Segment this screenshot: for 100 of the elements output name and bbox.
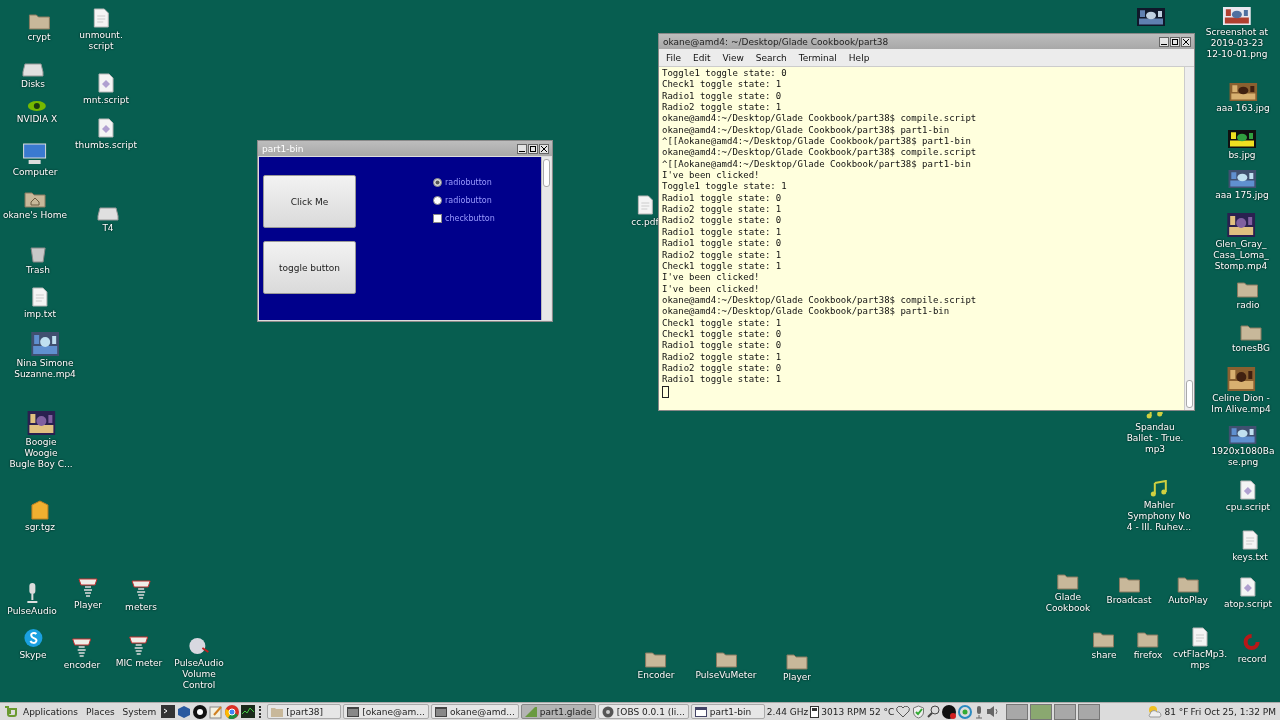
volume-icon[interactable] (986, 705, 1001, 718)
scrollbar[interactable] (541, 157, 551, 320)
system-monitor-icon[interactable] (241, 705, 256, 718)
menu-item[interactable]: Search (755, 52, 787, 63)
script-file-icon[interactable] (1240, 480, 1256, 500)
drive-icon[interactable] (22, 63, 44, 77)
workspace-switcher[interactable] (1006, 703, 1029, 720)
icon-label: keys.txt (1232, 552, 1268, 563)
icon-label: T4 (102, 223, 114, 234)
scrollbar[interactable] (1184, 67, 1194, 410)
close-icon (541, 145, 547, 152)
folder-icon[interactable] (1177, 575, 1199, 593)
text-cursor (662, 385, 669, 398)
taskbar-button[interactable]: part1.glade (520, 704, 596, 719)
file-icon[interactable] (637, 195, 653, 215)
minimize-button[interactable] (517, 143, 527, 154)
terminal-line: Radio2 toggle state: 1 (662, 102, 783, 114)
folder-icon[interactable] (715, 650, 737, 668)
lamp-icon[interactable] (77, 578, 99, 598)
close-button[interactable] (1181, 36, 1191, 47)
window-title: part1-bin (262, 143, 304, 154)
file-icon[interactable] (1192, 627, 1208, 647)
lamp-icon[interactable] (128, 636, 150, 656)
folder-icon[interactable] (1237, 280, 1259, 298)
icon-label: MIC meter (115, 658, 163, 669)
sensor-icon[interactable] (810, 705, 820, 718)
file-icon[interactable] (93, 8, 109, 28)
terminal-icon[interactable] (161, 705, 176, 718)
camera-logo-icon (601, 705, 614, 718)
shield-icon[interactable] (912, 704, 926, 719)
heart-icon[interactable] (896, 705, 911, 718)
minimize-button[interactable] (1159, 36, 1169, 47)
icon-label: NVIDIA X (16, 114, 58, 125)
speaker-icon[interactable] (188, 636, 210, 656)
icon-label: Skype (19, 650, 47, 661)
lamp-icon[interactable] (130, 580, 152, 600)
microphone-icon[interactable] (974, 704, 985, 719)
icon-label: Boogie Woogie Bugle Boy C... (9, 437, 73, 470)
record-icon[interactable] (942, 704, 957, 719)
maximize-icon (530, 145, 536, 152)
terminal-line: Toggle1 toggle state: 1 (662, 181, 788, 193)
radio-button[interactable] (433, 178, 442, 187)
folder-icon[interactable] (28, 12, 50, 30)
folder-icon[interactable] (1240, 323, 1262, 341)
taskbar-button[interactable]: okane@amd... (430, 704, 519, 719)
taskbar-button[interactable]: [part38] (267, 704, 342, 719)
menu-item[interactable]: Help (848, 52, 870, 63)
home-folder-icon[interactable] (24, 190, 46, 208)
script-file-icon[interactable] (98, 118, 114, 138)
radio-button[interactable] (433, 196, 442, 205)
chat-logo-icon[interactable] (23, 628, 43, 648)
folder-icon[interactable] (1093, 630, 1115, 648)
workspace-switcher[interactable] (1078, 703, 1101, 720)
menu-item[interactable]: System (119, 706, 160, 717)
taskbar-button[interactable]: [okane@am... (343, 704, 429, 719)
terminal-line: Check1 toggle state: 1 (662, 79, 783, 91)
menu-item[interactable]: Terminal (798, 52, 837, 63)
maximize-icon (1172, 38, 1178, 45)
eye-logo-icon[interactable] (27, 100, 47, 112)
trash-icon[interactable] (30, 245, 46, 263)
folder-icon[interactable] (1118, 575, 1140, 593)
package-icon[interactable] (31, 500, 49, 520)
toggle-button[interactable]: toggle button (263, 241, 356, 294)
drive-icon[interactable] (97, 207, 119, 221)
close-button[interactable] (539, 143, 549, 154)
terminal-line: Radio2 toggle state: 0 (662, 362, 783, 375)
script-file-icon[interactable] (1240, 577, 1256, 597)
browser-icon[interactable] (225, 704, 240, 719)
maximize-button[interactable] (1170, 36, 1180, 47)
checkbox[interactable] (433, 214, 442, 223)
icon-label: share (1091, 650, 1117, 661)
push-button[interactable]: Click Me (263, 175, 356, 228)
maximize-button[interactable] (528, 143, 538, 154)
terminal-line: Check1 toggle state: 1 (662, 260, 783, 273)
file-icon[interactable] (32, 287, 48, 307)
taskbar-button[interactable]: [OBS 0.0.1 (li... (597, 704, 689, 719)
menu-item[interactable]: File (666, 52, 682, 63)
file-icon[interactable] (1242, 530, 1258, 550)
music-note-icon[interactable] (1150, 480, 1168, 498)
menu-item[interactable]: Edit (693, 52, 711, 63)
menu-item[interactable]: Applications (20, 706, 81, 717)
folder-icon[interactable] (1137, 630, 1159, 648)
workspace-switcher[interactable] (1030, 703, 1053, 720)
workspace-switcher[interactable] (1054, 703, 1077, 720)
microphone-icon[interactable] (24, 582, 40, 604)
menu-item[interactable]: Places (83, 706, 118, 717)
folder-icon[interactable] (1057, 572, 1079, 590)
script-file-icon[interactable] (98, 73, 114, 93)
folder-icon[interactable] (786, 652, 808, 670)
camera-logo-icon[interactable] (193, 704, 208, 719)
search-icon[interactable] (927, 705, 941, 718)
terminal-line: Toggle1 toggle state: 0 (662, 68, 788, 80)
cube-icon[interactable] (177, 704, 192, 719)
folder-icon[interactable] (645, 650, 667, 668)
terminal-line: Radio1 toggle state: 1 (662, 226, 783, 239)
computer-icon[interactable] (23, 143, 47, 165)
taskbar-button[interactable]: part1-bin (690, 704, 765, 719)
icon-label: radio (1236, 300, 1260, 311)
lamp-icon[interactable] (71, 638, 93, 658)
menu-item[interactable]: View (722, 52, 744, 63)
